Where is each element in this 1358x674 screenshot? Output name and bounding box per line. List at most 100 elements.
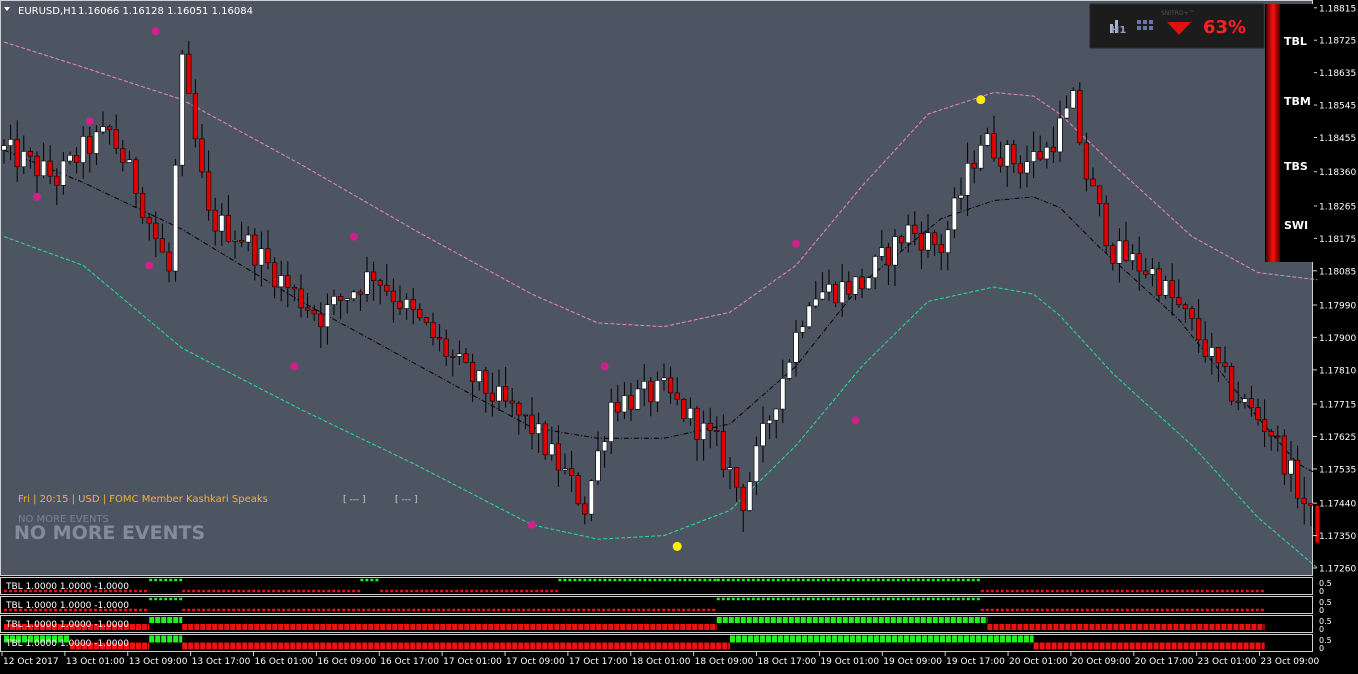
candle-bull[interactable] xyxy=(951,197,957,231)
candle-bear[interactable] xyxy=(912,224,918,235)
candle-bull[interactable] xyxy=(793,332,799,363)
candle-bear[interactable] xyxy=(133,159,139,194)
candle-bear[interactable] xyxy=(1229,366,1235,402)
candle-bear[interactable] xyxy=(859,276,865,290)
candle-bear[interactable] xyxy=(628,395,634,410)
candle-bear[interactable] xyxy=(694,408,700,440)
candle-bear[interactable] xyxy=(271,262,278,288)
candle-bear[interactable] xyxy=(469,362,476,382)
candle-bull[interactable] xyxy=(179,53,185,166)
candle-bear[interactable] xyxy=(107,126,113,130)
candle-bear[interactable] xyxy=(206,171,212,211)
candle-bear[interactable] xyxy=(423,317,430,323)
candle-bear[interactable] xyxy=(529,414,535,434)
candle-bear[interactable] xyxy=(186,53,192,94)
candle-bull[interactable] xyxy=(879,247,885,257)
candle-bull[interactable] xyxy=(535,423,542,434)
candle-bear[interactable] xyxy=(120,148,126,163)
candle-bull[interactable] xyxy=(747,481,753,511)
candle-bear[interactable] xyxy=(397,301,403,309)
candle-bear[interactable] xyxy=(304,307,311,311)
candle-bear[interactable] xyxy=(991,133,997,159)
candle-bull[interactable] xyxy=(67,154,73,162)
candle-bear[interactable] xyxy=(997,157,1004,167)
candle-bull[interactable] xyxy=(687,408,693,419)
candle-bear[interactable] xyxy=(140,192,146,218)
candle-bull[interactable] xyxy=(1031,151,1037,162)
candle-bear[interactable] xyxy=(1182,304,1188,309)
candle-bear[interactable] xyxy=(1077,90,1083,144)
candle-bull[interactable] xyxy=(601,441,608,452)
candle-bear[interactable] xyxy=(1017,163,1023,174)
candle-bear[interactable] xyxy=(265,248,271,264)
candle-bear[interactable] xyxy=(463,353,469,363)
candle-bear[interactable] xyxy=(1301,497,1307,505)
candle-bear[interactable] xyxy=(615,402,621,413)
candle-bear[interactable] xyxy=(357,291,364,295)
candle-bull[interactable] xyxy=(852,276,858,295)
candle-bear[interactable] xyxy=(720,431,726,470)
candle-bear[interactable] xyxy=(885,247,891,266)
candle-bear[interactable] xyxy=(1189,308,1195,319)
candle-bear[interactable] xyxy=(483,370,489,394)
candle-bear[interactable] xyxy=(390,290,397,302)
candle-bear[interactable] xyxy=(285,275,291,288)
candle-bear[interactable] xyxy=(1011,144,1017,165)
candle-bull[interactable] xyxy=(1024,161,1030,174)
candle-bear[interactable] xyxy=(1295,459,1301,499)
candle-bull[interactable] xyxy=(476,370,482,382)
candle-bull[interactable] xyxy=(945,229,951,253)
candle-bear[interactable] xyxy=(74,154,80,163)
candle-bull[interactable] xyxy=(799,326,806,333)
candle-bull[interactable] xyxy=(8,139,14,146)
candle-bull[interactable] xyxy=(700,422,707,440)
candle-bull[interactable] xyxy=(1044,146,1050,160)
chart-area[interactable] xyxy=(0,0,1313,576)
candle-bear[interactable] xyxy=(938,244,944,253)
candle-bull[interactable] xyxy=(905,224,911,244)
candle-bull[interactable] xyxy=(403,299,410,309)
strength-widget[interactable]: H1 SNITRO+™ 63% xyxy=(1089,3,1265,49)
candle-bear[interactable] xyxy=(225,215,232,242)
candle-bull[interactable] xyxy=(351,291,357,299)
candle-bear[interactable] xyxy=(450,355,456,358)
candle-bear[interactable] xyxy=(1050,146,1056,153)
candle-bear[interactable] xyxy=(291,287,298,290)
candle-bear[interactable] xyxy=(971,163,977,169)
candle-bull[interactable] xyxy=(1288,459,1294,475)
candle-bear[interactable] xyxy=(337,296,344,301)
candle-bull[interactable] xyxy=(819,291,825,300)
candle-bear[interactable] xyxy=(846,281,852,295)
candle-bear[interactable] xyxy=(1037,151,1043,160)
candle-bear[interactable] xyxy=(1255,407,1261,420)
candle-bear[interactable] xyxy=(733,467,740,488)
candle-bull[interactable] xyxy=(608,402,614,442)
candle-bull[interactable] xyxy=(219,215,225,232)
candle-bear[interactable] xyxy=(1222,362,1228,367)
candle-bull[interactable] xyxy=(278,275,284,288)
candle-bull[interactable] xyxy=(126,159,132,163)
candle-bear[interactable] xyxy=(1083,142,1089,180)
candle-bear[interactable] xyxy=(430,322,436,338)
candle-bull[interactable] xyxy=(80,136,86,163)
candle-bear[interactable] xyxy=(113,129,119,149)
candle-bear[interactable] xyxy=(192,93,199,140)
candle-bull[interactable] xyxy=(1057,117,1063,153)
candle-bull[interactable] xyxy=(100,126,106,133)
candle-bull[interactable] xyxy=(773,408,779,421)
candle-bull[interactable] xyxy=(984,133,990,146)
candle-bear[interactable] xyxy=(516,402,522,416)
candle-bear[interactable] xyxy=(489,392,496,402)
candle-bear[interactable] xyxy=(674,392,680,400)
candle-bear[interactable] xyxy=(1123,240,1129,261)
candle-bear[interactable] xyxy=(509,400,515,404)
candle-bear[interactable] xyxy=(555,443,561,471)
candle-bull[interactable] xyxy=(839,281,845,304)
candle-bear[interactable] xyxy=(47,160,53,177)
candle-bear[interactable] xyxy=(1308,503,1314,506)
candle-bear[interactable] xyxy=(87,136,93,154)
candle-bear[interactable] xyxy=(1136,253,1142,272)
candle-bear[interactable] xyxy=(1235,400,1241,403)
candle-bear[interactable] xyxy=(370,271,377,281)
candle-bull[interactable] xyxy=(661,377,667,381)
